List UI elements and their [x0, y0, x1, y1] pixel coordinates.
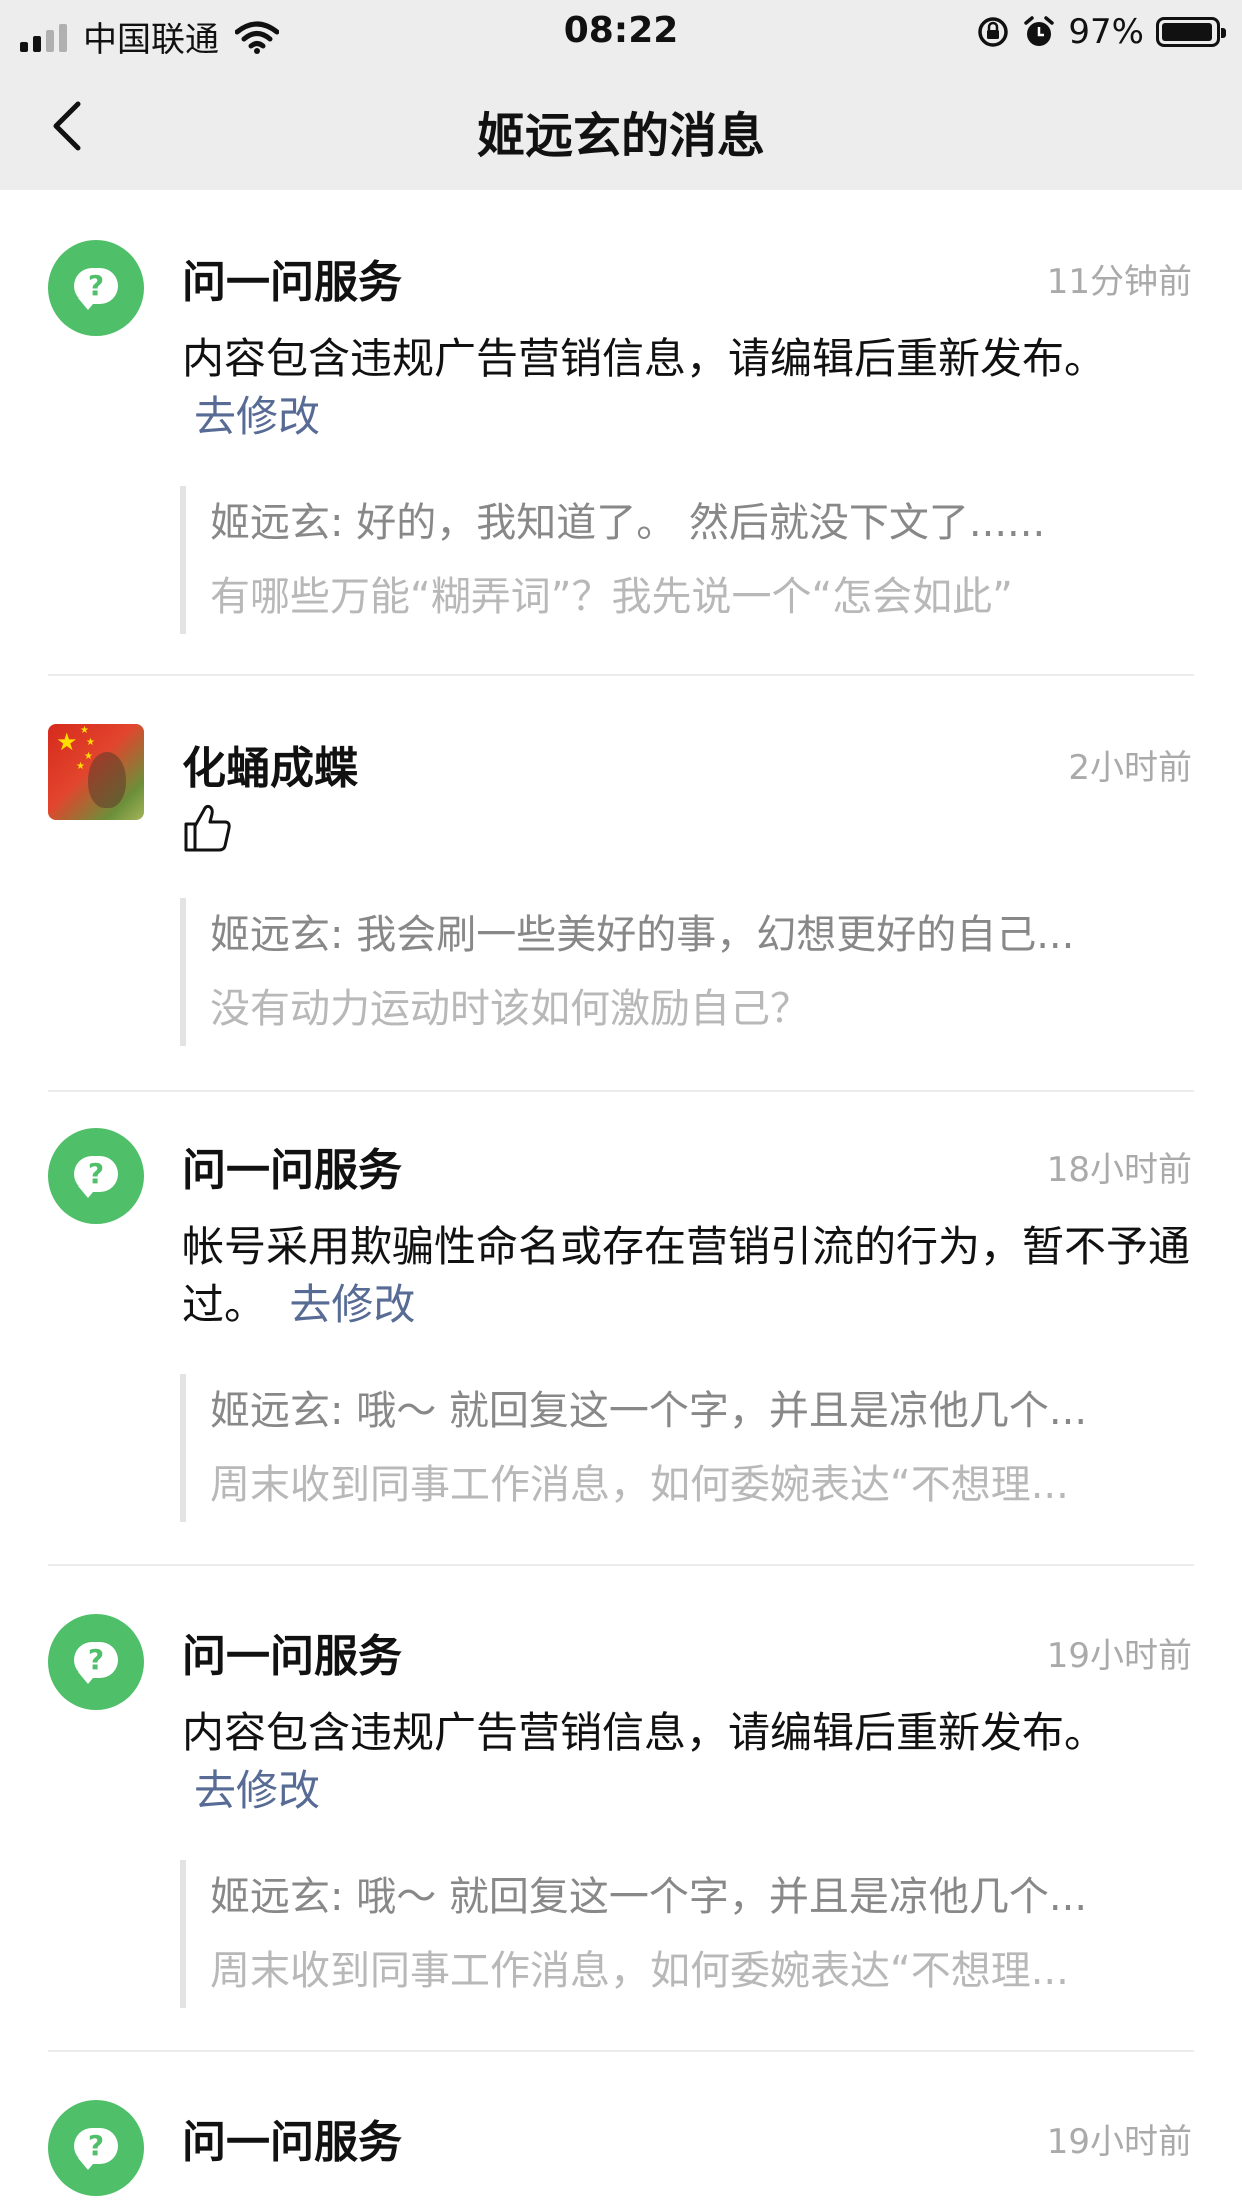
status-right: 97%: [976, 12, 1226, 52]
avatar[interactable]: ?: [48, 240, 144, 336]
divider: [48, 1564, 1194, 1566]
sender-name[interactable]: 问一问服务: [182, 1134, 402, 1198]
user-avatar-photo: ★ ★ ★ ★ ★: [48, 724, 144, 820]
quoted-reply[interactable]: 姬远玄: 哦～ 就回复这一个字，并且是凉他几个... 周末收到同事工作消息，如何…: [180, 1860, 1190, 2008]
quote-line-primary: 姬远玄: 哦～ 就回复这一个字，并且是凉他几个...: [210, 1388, 1088, 1434]
battery-percent: 97%: [1068, 12, 1144, 52]
timestamp: 19小时前: [1046, 1636, 1192, 1676]
message-text: 内容包含违规广告营销信息，请编辑后重新发布。: [182, 334, 1107, 383]
question-bubble-icon: ?: [48, 240, 144, 336]
timestamp: 11分钟前: [1046, 262, 1192, 302]
divider: [48, 674, 1194, 676]
avatar[interactable]: ?: [48, 1614, 144, 1710]
message-text: 内容包含违规广告营销信息，请编辑后重新发布。: [182, 1708, 1107, 1757]
question-bubble-icon: ?: [48, 1614, 144, 1710]
edit-link[interactable]: 去修改: [289, 1280, 415, 1329]
divider: [48, 1090, 1194, 1092]
page-title: 姬远玄的消息: [476, 108, 765, 164]
timestamp: 2小时前: [1068, 748, 1192, 788]
quote-line-primary: 姬远玄: 我会刷一些美好的事，幻想更好的自己...: [210, 912, 1075, 958]
quoted-reply[interactable]: 姬远玄: 我会刷一些美好的事，幻想更好的自己... 没有动力运动时该如何激励自己…: [180, 898, 1190, 1046]
quote-line-primary: 姬远玄: 好的，我知道了。 然后就没下文了......: [210, 500, 1046, 546]
message-content: 内容包含违规广告营销信息，请编辑后重新发布。 去修改: [182, 1704, 1192, 1820]
sender-name[interactable]: 问一问服务: [182, 1620, 402, 1684]
thumbs-up-icon: [184, 804, 231, 852]
navigation-bar: 姬远玄的消息: [0, 64, 1242, 190]
question-bubble-icon: ?: [48, 1128, 144, 1224]
edit-link[interactable]: 去修改: [194, 392, 320, 441]
quote-line-secondary: 没有动力运动时该如何激励自己？: [210, 986, 810, 1032]
quote-line-secondary: 周末收到同事工作消息，如何委婉表达“不想理...: [210, 1948, 1069, 1994]
timestamp: 18小时前: [1046, 1150, 1192, 1190]
avatar[interactable]: ★ ★ ★ ★ ★: [48, 724, 144, 820]
orientation-lock-icon: [978, 17, 1009, 47]
quoted-reply[interactable]: 姬远玄: 哦～ 就回复这一个字，并且是凉他几个... 周末收到同事工作消息，如何…: [180, 1374, 1190, 1522]
quote-line-primary: 姬远玄: 哦～ 就回复这一个字，并且是凉他几个...: [210, 1874, 1088, 1920]
divider: [48, 2050, 1194, 2052]
quote-line-secondary: 周末收到同事工作消息，如何委婉表达“不想理...: [210, 1462, 1069, 1508]
sender-name[interactable]: 问一问服务: [182, 246, 402, 310]
quoted-reply[interactable]: 姬远玄: 好的，我知道了。 然后就没下文了...... 有哪些万能“糊弄词”？我…: [180, 486, 1190, 634]
message-content: 内容包含违规广告营销信息，请编辑后重新发布。 去修改: [182, 330, 1192, 446]
battery-icon: [1156, 17, 1226, 47]
alarm-icon: [1024, 16, 1055, 46]
sender-name[interactable]: 问一问服务: [182, 2106, 402, 2170]
avatar[interactable]: ?: [48, 2100, 144, 2196]
sender-name[interactable]: 化蛹成蝶: [182, 732, 358, 796]
timestamp: 19小时前: [1046, 2122, 1192, 2162]
battery-fill: [1162, 23, 1213, 41]
edit-link[interactable]: 去修改: [194, 1766, 320, 1815]
message-content: 帐号采用欺骗性命名或存在营销引流的行为，暂不予通过。 去修改: [182, 1218, 1192, 1334]
question-bubble-icon: ?: [48, 2100, 144, 2196]
avatar[interactable]: ?: [48, 1128, 144, 1224]
quote-line-secondary: 有哪些万能“糊弄词”？我先说一个“怎会如此”: [210, 574, 1013, 620]
status-bar: 中国联通 08:22 97%: [0, 0, 1242, 64]
